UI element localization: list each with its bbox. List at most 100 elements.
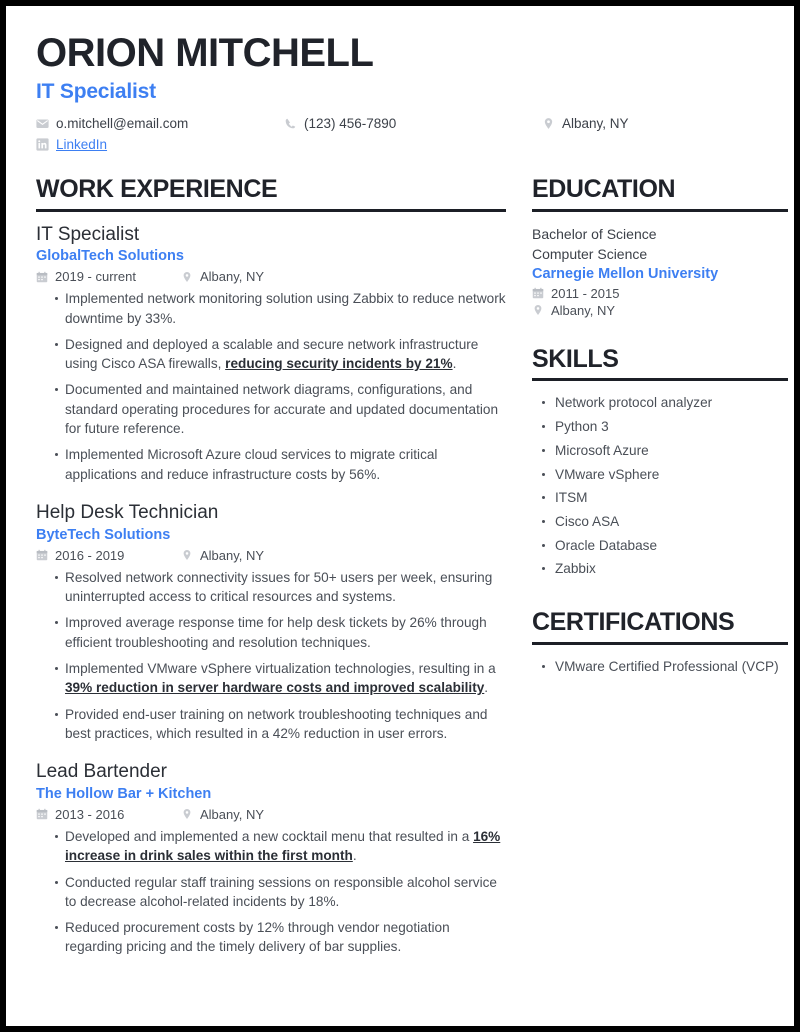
contact-email[interactable]: o.mitchell@email.com [36, 116, 284, 131]
certifications-list: VMware Certified Professional (VCP) [532, 657, 788, 677]
experience-meta: 2013 - 2016 Albany, NY [36, 807, 506, 822]
experience-location: Albany, NY [181, 807, 264, 822]
experience-role: IT Specialist [36, 223, 140, 245]
resume-header: ORION MITCHELL IT Specialist o.mitchell@… [36, 32, 764, 152]
bullet-item: Implemented network monitoring solution … [55, 289, 506, 328]
bullet-text: Conducted regular staff training session… [65, 874, 497, 909]
bullet-text: Implemented VMware vSphere virtualizatio… [65, 660, 496, 676]
calendar-icon [532, 287, 544, 299]
bullet-item: Improved average response time for help … [55, 613, 506, 652]
bullet-item: Documented and maintained network diagra… [55, 380, 506, 438]
experience-company: ByteTech Solutions [36, 526, 171, 543]
bullet-item: Designed and deployed a scalable and sec… [55, 335, 506, 374]
experience-bullets: Implemented network monitoring solution … [36, 289, 506, 484]
list-item: Network protocol analyzer [540, 393, 788, 413]
bullet-text-post: . [484, 680, 489, 696]
experience-meta: 2016 - 2019 Albany, NY [36, 548, 506, 563]
map-pin-icon [181, 549, 193, 561]
experience-location-text: Albany, NY [200, 269, 265, 285]
experience-bullets: Developed and implemented a new cocktail… [36, 827, 506, 957]
envelope-icon [36, 117, 49, 130]
resume-body: WORK EXPERIENCE IT Specialist GlobalTech… [36, 175, 788, 957]
section-title-work-experience: WORK EXPERIENCE [36, 175, 278, 203]
map-pin-icon [532, 304, 544, 316]
section-divider-skills [532, 378, 788, 382]
experience-company: GlobalTech Solutions [36, 248, 184, 265]
contact-linkedin-link[interactable]: LinkedIn [56, 137, 107, 152]
section-title-certifications: CERTIFICATIONS [532, 608, 735, 637]
experience-dates-text: 2016 - 2019 [55, 547, 125, 563]
bullet-text: Reduced procurement costs by 12% through… [65, 920, 450, 955]
experience-meta: 2019 - current Albany, NY [36, 269, 506, 284]
calendar-icon [36, 808, 48, 820]
section-title-education: EDUCATION [532, 175, 676, 203]
skills-section: SKILLS Network protocol analyzer Python … [532, 344, 788, 579]
experience-entry: Help Desk Technician ByteTech Solutions … [36, 502, 506, 743]
list-item: VMware vSphere [540, 465, 788, 485]
bullet-highlight: reducing security incidents by 21% [225, 356, 453, 372]
experience-location-text: Albany, NY [200, 547, 265, 563]
experience-entry-list: IT Specialist GlobalTech Solutions 2019 … [36, 224, 506, 957]
contact-phone[interactable]: (123) 456-7890 [284, 116, 542, 131]
candidate-job-title: IT Specialist [36, 80, 156, 103]
experience-bullets: Resolved network connectivity issues for… [36, 568, 506, 743]
calendar-icon [36, 549, 48, 561]
contact-location-text: Albany, NY [562, 116, 629, 131]
bullet-highlight: 39% reduction in server hardware costs a… [65, 680, 485, 696]
bullet-text-post: . [452, 356, 457, 372]
left-column: WORK EXPERIENCE IT Specialist GlobalTech… [36, 175, 506, 957]
experience-role: Lead Bartender [36, 761, 167, 783]
bullet-text: Implemented network monitoring solution … [65, 291, 506, 326]
map-pin-icon [181, 808, 193, 820]
section-divider-work-experience [36, 208, 506, 212]
experience-dates: 2016 - 2019 [36, 548, 181, 563]
bullet-text: Developed and implemented a new cocktail… [65, 828, 474, 844]
contact-row-secondary: LinkedIn [36, 137, 764, 152]
phone-icon [284, 117, 297, 130]
list-item: VMware Certified Professional (VCP) [540, 657, 788, 677]
list-item: Oracle Database [540, 536, 788, 556]
experience-location: Albany, NY [181, 269, 264, 284]
skills-list: Network protocol analyzer Python 3 Micro… [532, 393, 788, 579]
bullet-item: Provided end-user training on network tr… [55, 705, 506, 744]
contact-row-primary: o.mitchell@email.com (123) 456-7890 Alba… [36, 116, 764, 131]
bullet-text: Resolved network connectivity issues for… [65, 569, 493, 605]
bullet-item: Conducted regular staff training session… [55, 873, 506, 912]
bullet-text: Implemented Microsoft Azure cloud servic… [65, 447, 438, 482]
experience-role: Help Desk Technician [36, 501, 219, 523]
bullet-text-post: . [352, 848, 357, 864]
right-column: EDUCATION Bachelor of Science Computer S… [532, 175, 788, 957]
list-item: Zabbix [540, 559, 788, 579]
education-location-text: Albany, NY [551, 302, 616, 318]
contact-email-text: o.mitchell@email.com [56, 116, 189, 131]
contact-linkedin[interactable]: LinkedIn [36, 137, 107, 152]
candidate-name: ORION MITCHELL [36, 31, 374, 75]
education-school: Carnegie Mellon University [532, 265, 719, 282]
list-item: Cisco ASA [540, 512, 788, 532]
experience-dates: 2013 - 2016 [36, 807, 181, 822]
list-item: ITSM [540, 488, 788, 508]
bullet-item: Resolved network connectivity issues for… [55, 568, 506, 607]
bullet-text: Provided end-user training on network tr… [65, 706, 488, 741]
bullet-item: Implemented Microsoft Azure cloud servic… [55, 445, 506, 484]
bullet-item: Implemented VMware vSphere virtualizatio… [55, 659, 506, 698]
map-pin-icon [542, 117, 555, 130]
section-title-skills: SKILLS [532, 344, 619, 373]
section-divider-education [532, 208, 788, 212]
education-degree: Bachelor of Science [532, 225, 657, 242]
bullet-text: Documented and maintained network diagra… [65, 382, 499, 437]
experience-entry: Lead Bartender The Hollow Bar + Kitchen … [36, 761, 506, 957]
experience-entry: IT Specialist GlobalTech Solutions 2019 … [36, 224, 506, 484]
education-dates-text: 2011 - 2015 [551, 285, 620, 301]
experience-location-text: Albany, NY [200, 806, 265, 822]
list-item: Python 3 [540, 417, 788, 437]
education-field: Computer Science [532, 246, 648, 263]
experience-dates-text: 2019 - current [55, 269, 136, 285]
resume-page: ORION MITCHELL IT Specialist o.mitchell@… [6, 6, 794, 1026]
experience-dates-text: 2013 - 2016 [55, 806, 125, 822]
calendar-icon [36, 271, 48, 283]
certifications-section: CERTIFICATIONS VMware Certified Professi… [532, 609, 788, 676]
list-item: Microsoft Azure [540, 441, 788, 461]
contact-location: Albany, NY [542, 116, 629, 131]
map-pin-icon [181, 271, 193, 283]
